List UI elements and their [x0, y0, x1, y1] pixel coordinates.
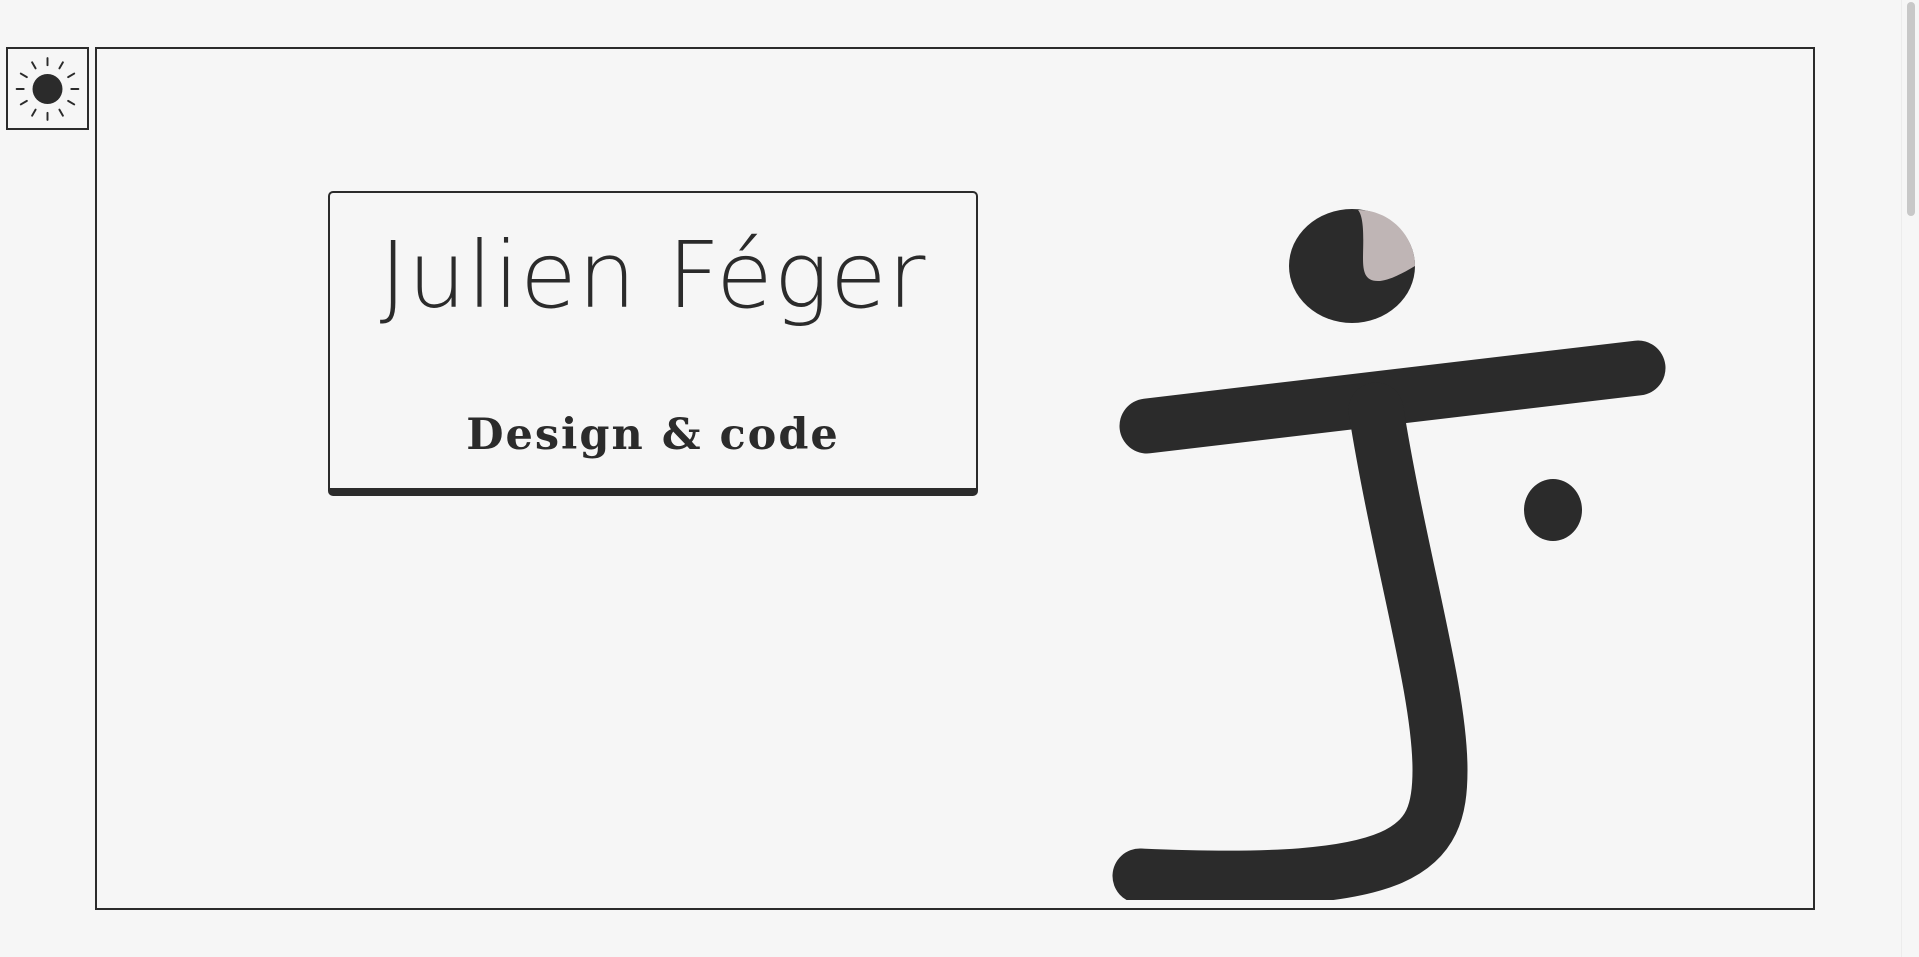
scrollbar-thumb[interactable]	[1907, 2, 1915, 216]
page-title: Julien Féger	[379, 222, 927, 329]
j-monogram-logo	[1112, 209, 1666, 900]
page-scrollbar[interactable]	[1901, 0, 1919, 957]
tagline: Design & code	[466, 410, 840, 460]
theme-toggle-button[interactable]	[6, 47, 89, 130]
logo-stem	[1112, 382, 1468, 900]
logo-head-highlight	[1358, 210, 1415, 281]
sun-icon	[15, 56, 80, 121]
name-card: Julien Féger Design & code	[328, 191, 978, 496]
logo-accent-dot	[1524, 479, 1582, 541]
